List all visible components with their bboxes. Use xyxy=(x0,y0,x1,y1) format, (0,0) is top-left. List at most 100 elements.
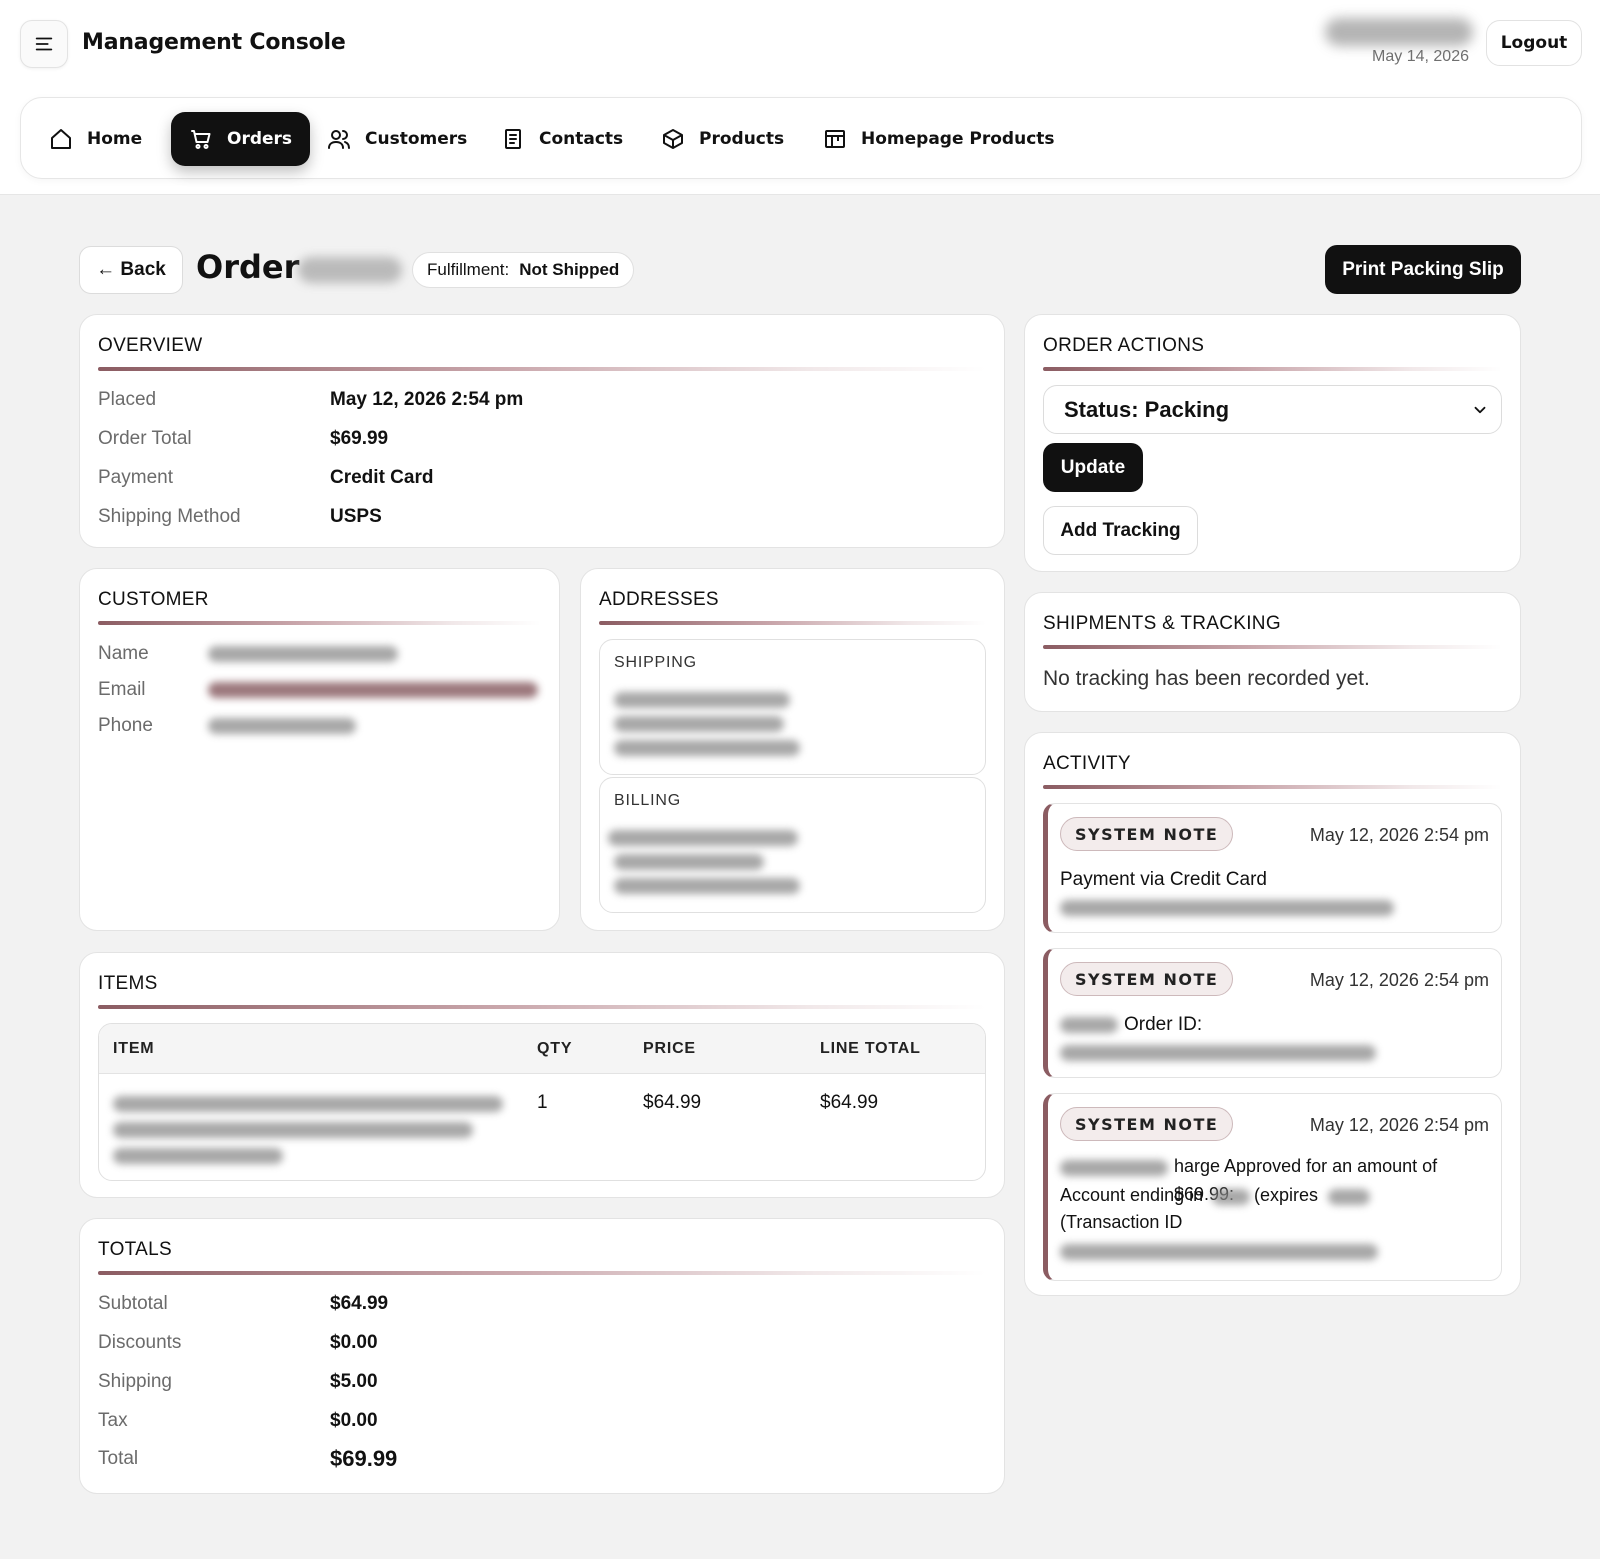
column-header-price: PRICE xyxy=(643,1040,696,1057)
address-line-redacted xyxy=(614,878,800,894)
customer-name-redacted xyxy=(208,646,398,662)
note-text-redacted xyxy=(1060,1160,1168,1176)
customer-card: CUSTOMER Name Email Phone xyxy=(79,568,560,931)
update-status-button[interactable]: Update xyxy=(1043,443,1143,492)
nav-item-contacts[interactable]: Contacts xyxy=(473,112,641,166)
status-selected-value: Status: Packing xyxy=(1064,396,1230,422)
activity-note: SYSTEM NOTE May 12, 2026 2:54 pm harge A… xyxy=(1043,1093,1502,1281)
card-title: OVERVIEW xyxy=(98,335,203,356)
note-timestamp: May 12, 2026 2:54 pm xyxy=(1309,970,1489,990)
shipments-card: SHIPMENTS & TRACKING No tracking has bee… xyxy=(1024,592,1521,712)
print-packing-slip-button[interactable]: Print Packing Slip xyxy=(1325,245,1521,294)
shipping-value: $5.00 xyxy=(330,1371,378,1392)
order-number-redacted xyxy=(298,257,402,283)
nav-item-orders[interactable]: Orders xyxy=(171,112,311,166)
item-name-redacted xyxy=(113,1096,503,1112)
main-nav: Home Orders Customers Contacts Products … xyxy=(20,97,1582,179)
address-line-redacted xyxy=(608,830,798,846)
app-title: Management Console xyxy=(82,30,346,55)
card-title: ITEMS xyxy=(98,973,158,994)
page-title: Order xyxy=(196,248,300,286)
nav-item-label: Homepage Products xyxy=(861,129,1055,149)
card-title: ORDER ACTIONS xyxy=(1043,335,1205,356)
subtotal-label: Subtotal xyxy=(98,1293,168,1314)
note-text: (Transaction ID xyxy=(1060,1212,1183,1232)
customer-email-label: Email xyxy=(98,679,146,700)
card-title: ACTIVITY xyxy=(1043,753,1131,774)
nav-item-label: Customers xyxy=(365,129,468,149)
customer-name-label: Name xyxy=(98,643,149,664)
items-table: ITEM QTY PRICE LINE TOTAL 1 $64.99 $64.9… xyxy=(98,1023,986,1181)
order-total-value: $69.99 xyxy=(330,428,389,449)
items-card: ITEMS ITEM QTY PRICE LINE TOTAL 1 $64.99… xyxy=(79,952,1005,1198)
card-title: SHIPMENTS & TRACKING xyxy=(1043,613,1281,634)
header-date: May 14, 2026 xyxy=(1372,48,1469,65)
nav-item-products[interactable]: Products xyxy=(633,112,802,166)
note-timestamp: May 12, 2026 2:54 pm xyxy=(1309,825,1489,845)
nav-item-customers[interactable]: Customers xyxy=(299,112,485,166)
shipping-address-label: SHIPPING xyxy=(614,654,697,671)
card-title: ADDRESSES xyxy=(599,589,719,610)
customer-email-redacted[interactable] xyxy=(208,682,538,698)
cart-icon xyxy=(191,130,211,149)
note-text-redacted xyxy=(1060,1244,1378,1260)
note-text: Payment via Credit Card xyxy=(1060,869,1267,890)
order-actions-card: ORDER ACTIONS Status: Packing Update Add… xyxy=(1024,314,1521,572)
nav-item-label: Contacts xyxy=(539,129,624,149)
total-value: $69.99 xyxy=(330,1446,398,1471)
menu-toggle-button[interactable] xyxy=(20,20,68,68)
fulfillment-label: Fulfillment: xyxy=(427,260,510,279)
column-header-line-total: LINE TOTAL xyxy=(820,1040,921,1057)
status-select[interactable]: Status: Packing xyxy=(1043,385,1502,434)
storefront-icon xyxy=(825,130,845,148)
tax-label: Tax xyxy=(98,1410,128,1431)
note-text-redacted xyxy=(1328,1189,1370,1205)
tax-value: $0.00 xyxy=(330,1410,378,1431)
note-type-badge: SYSTEM NOTE xyxy=(1060,817,1234,851)
no-tracking-message: No tracking has been recorded yet. xyxy=(1043,667,1370,690)
user-name-redacted xyxy=(1325,18,1473,46)
note-text-redacted xyxy=(1212,1189,1250,1205)
overview-card: OVERVIEW Placed May 12, 2026 2:54 pm Ord… xyxy=(79,314,1005,548)
note-text: Account ending in xyxy=(1060,1185,1204,1205)
note-type-badge: SYSTEM NOTE xyxy=(1060,1107,1234,1141)
add-tracking-button[interactable]: Add Tracking xyxy=(1043,506,1198,555)
shipping-address-box: SHIPPING xyxy=(599,639,986,775)
chevron-down-icon xyxy=(1474,406,1486,413)
activity-note: SYSTEM NOTE May 12, 2026 2:54 pm Payment… xyxy=(1043,803,1502,933)
note-type-badge: SYSTEM NOTE xyxy=(1060,962,1234,996)
total-label: Total xyxy=(98,1448,139,1469)
logout-button[interactable]: Logout xyxy=(1486,20,1582,66)
nav-item-label: Products xyxy=(699,129,785,149)
divider xyxy=(98,1271,986,1275)
customer-phone-label: Phone xyxy=(98,715,153,736)
placed-value: May 12, 2026 2:54 pm xyxy=(330,389,524,410)
divider xyxy=(1043,645,1502,649)
home-icon xyxy=(51,129,71,149)
divider xyxy=(599,621,986,625)
note-text: Order ID: xyxy=(1124,1014,1203,1035)
item-line-total: $64.99 xyxy=(820,1092,879,1113)
back-button[interactable]: ← Back xyxy=(79,246,183,294)
divider xyxy=(98,1005,986,1009)
note-text-redacted xyxy=(1060,1045,1376,1061)
address-line-redacted xyxy=(614,716,784,732)
fulfillment-value: Not Shipped xyxy=(519,260,620,279)
nav-item-label: Orders xyxy=(227,129,293,149)
divider xyxy=(98,621,541,625)
customer-phone-redacted xyxy=(208,718,356,734)
item-qty: 1 xyxy=(537,1092,548,1113)
shipping-label: Shipping xyxy=(98,1371,172,1392)
note-text: (expires xyxy=(1254,1185,1319,1205)
nav-item-homepage-products[interactable]: Homepage Products xyxy=(795,112,1073,166)
card-title: CUSTOMER xyxy=(98,589,209,610)
shipping-method-value: USPS xyxy=(330,506,382,527)
item-name-redacted xyxy=(113,1148,283,1164)
discounts-label: Discounts xyxy=(98,1332,182,1353)
billing-address-box: BILLING xyxy=(599,777,986,913)
nav-item-home[interactable]: Home xyxy=(21,112,160,166)
payment-label: Payment xyxy=(98,467,173,488)
address-line-redacted xyxy=(614,692,790,708)
divider xyxy=(98,367,986,371)
document-icon xyxy=(505,129,521,149)
